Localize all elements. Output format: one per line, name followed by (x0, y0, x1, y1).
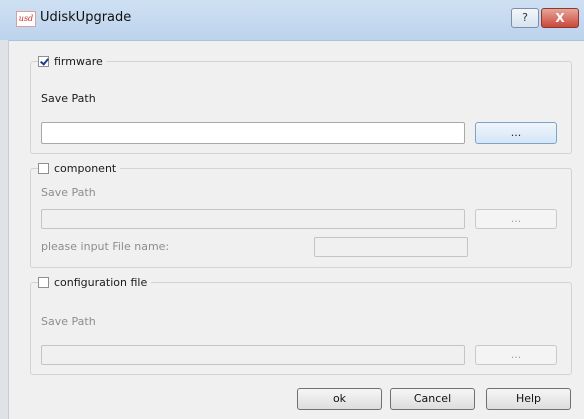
firmware-browse-button[interactable]: ... (475, 122, 557, 144)
firmware-label: firmware (54, 54, 103, 68)
configuration-group-header: configuration file (38, 275, 152, 289)
component-file-name-field[interactable] (314, 237, 468, 257)
firmware-save-path-label: Save Path (41, 92, 96, 105)
window-title: UdiskUpgrade (40, 10, 132, 25)
component-checkbox[interactable] (38, 162, 49, 174)
component-label: component (54, 161, 117, 175)
firmware-group-header: firmware (38, 54, 107, 68)
configuration-save-path-label: Save Path (41, 315, 96, 328)
component-browse-button[interactable]: ... (475, 209, 557, 229)
ok-button[interactable]: ok (297, 388, 382, 410)
title-help-button[interactable]: ? (511, 8, 539, 28)
close-button[interactable]: X (541, 8, 579, 28)
udisk-upgrade-dialog: usd UdiskUpgrade ? X firmware Save Path … (0, 0, 584, 419)
app-icon: usd (16, 11, 36, 27)
component-file-name-label: please input File name: (41, 240, 170, 253)
cancel-button[interactable]: Cancel (390, 388, 475, 410)
firmware-save-path-field[interactable] (41, 122, 465, 144)
configuration-label: configuration file (54, 275, 148, 289)
firmware-checkbox[interactable] (38, 55, 49, 67)
configuration-save-path-field[interactable] (41, 345, 465, 365)
component-save-path-label: Save Path (41, 186, 96, 199)
help-button[interactable]: Help (486, 388, 571, 410)
title-bar[interactable]: usd UdiskUpgrade ? X (0, 0, 584, 41)
left-border-strip (0, 40, 9, 419)
configuration-browse-button[interactable]: ... (475, 345, 557, 365)
configuration-checkbox[interactable] (38, 276, 49, 288)
component-save-path-field[interactable] (41, 209, 465, 229)
component-group-header: component (38, 161, 121, 175)
